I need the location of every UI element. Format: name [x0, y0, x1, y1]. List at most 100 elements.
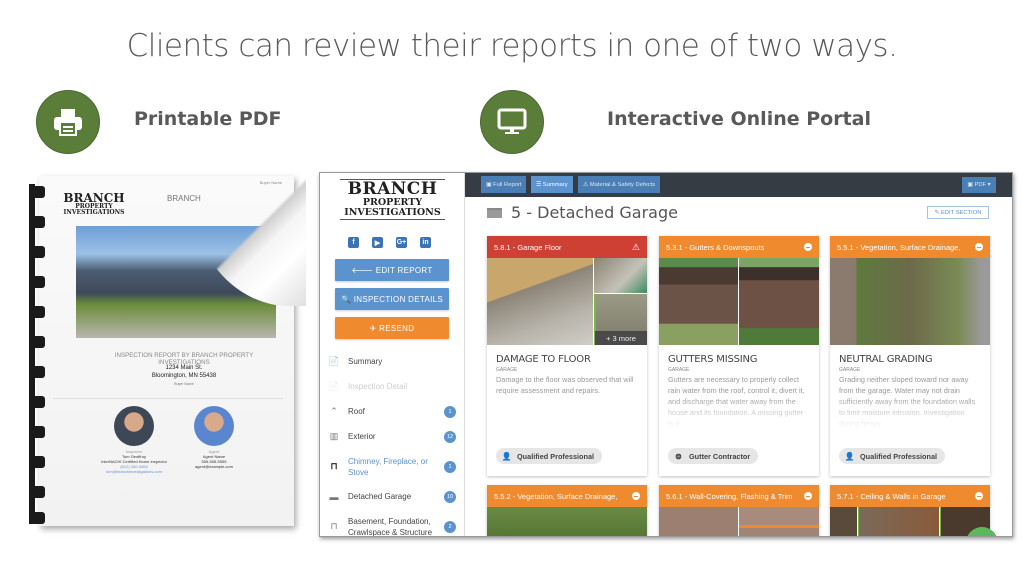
- sidebar: BRANCH PROPERTY INVESTIGATIONS f ▶ G+ in…: [320, 173, 465, 536]
- foundation-icon: ⊓: [330, 521, 338, 531]
- social-links: f ▶ G+ in: [348, 237, 431, 248]
- count-badge: 12: [444, 430, 456, 443]
- person-icon: 👤: [501, 451, 512, 461]
- photo[interactable]: [830, 258, 990, 345]
- contractor-label: Gutter Contractor: [689, 451, 751, 461]
- minus-circle-icon[interactable]: [975, 243, 983, 251]
- warning-icon: ⚠: [631, 241, 640, 252]
- agent-block: Agent Agent Name 555-555-5555 agent@exam…: [179, 406, 249, 469]
- printable-pdf-label: Printable PDF: [134, 108, 282, 130]
- nav-item-inspection-detail[interactable]: 📄 Inspection Detail: [320, 374, 465, 399]
- nav-item-chimney[interactable]: ⊓ Chimney, Fireplace, or Stove 1: [320, 449, 465, 484]
- defect-card[interactable]: 5.5.2 - Vegetation, Surface Drainage,: [487, 485, 647, 536]
- card-description: Gutters are necessary to properly collec…: [668, 375, 805, 428]
- youtube-icon[interactable]: ▶: [372, 237, 383, 248]
- portal-window: BRANCH PROPERTY INVESTIGATIONS f ▶ G+ in…: [319, 172, 1013, 537]
- inspection-details-button[interactable]: 🔍 INSPECTION DETAILS: [335, 288, 449, 310]
- section-nav: 📄 Summary 📄 Inspection Detail ⌃ Roof 1 ▥…: [320, 349, 465, 536]
- pdf-address: 1234 Main St. Bloomington, MN 55438: [89, 364, 279, 380]
- defect-card[interactable]: 5.8.1 - Garage Floor ⚠ + 3 more DAMAGE T…: [487, 236, 647, 476]
- photo[interactable]: [487, 507, 647, 536]
- card-header-text: 5.7.1 - Ceiling & Walls in Garage: [837, 491, 946, 501]
- nav-item-exterior[interactable]: ▥ Exterior 12: [320, 424, 465, 449]
- photo[interactable]: [594, 258, 647, 293]
- photo[interactable]: [739, 258, 819, 345]
- more-photos-button[interactable]: + 3 more: [595, 331, 647, 345]
- photo[interactable]: [659, 258, 738, 345]
- tab-full-report[interactable]: ▣ Full Report: [481, 176, 527, 193]
- photo[interactable]: [830, 507, 857, 536]
- nav-item-detached-garage[interactable]: ▬ Detached Garage 10: [320, 484, 465, 509]
- card-header-text: 5.6.1 - Wall-Covering, Flashing & Trim: [666, 491, 793, 501]
- minus-circle-icon[interactable]: [804, 243, 812, 251]
- minus-circle-icon[interactable]: [975, 492, 983, 500]
- photo[interactable]: [659, 507, 738, 536]
- card-category: GARAGE: [496, 367, 518, 373]
- defect-card[interactable]: 5.6.1 - Wall-Covering, Flashing & Trim: [659, 485, 819, 536]
- pdf-dropdown-button[interactable]: ▣ PDF ▾: [962, 177, 996, 193]
- agent-avatar: [194, 406, 234, 446]
- nav-item-roof[interactable]: ⌃ Roof 1: [320, 399, 465, 424]
- pdf-logo: BRANCH PROPERTY INVESTIGATIONS: [59, 192, 129, 216]
- contractor-badge[interactable]: 👤 Qualified Professional: [496, 448, 603, 464]
- defect-card[interactable]: 5.7.1 - Ceiling & Walls in Garage: [830, 485, 998, 536]
- monitor-icon: [480, 90, 544, 154]
- defect-card[interactable]: 5.3.1 - Gutters & Downspouts GUTTERS MIS…: [659, 236, 819, 476]
- defect-card[interactable]: 5.5.1 - Vegetation, Surface Drainage, NE…: [830, 236, 990, 476]
- card-header: 5.7.1 - Ceiling & Walls in Garage: [830, 485, 990, 507]
- printer-icon: [36, 90, 100, 154]
- photo[interactable]: [739, 507, 819, 536]
- card-header: 5.3.1 - Gutters & Downspouts: [659, 236, 819, 258]
- inspector-email[interactable]: tom@branchinvestigations.com: [99, 469, 169, 474]
- person-icon: 👤: [844, 451, 855, 461]
- nav-item-basement[interactable]: ⊓ Basement, Foundation, Crawlspace & Str…: [320, 509, 465, 536]
- agent-email[interactable]: agent@example.com: [179, 464, 249, 469]
- card-photos[interactable]: [659, 507, 819, 536]
- card-category: GARAGE: [839, 367, 861, 373]
- edit-section-button[interactable]: ✎ EDIT SECTION: [927, 206, 989, 219]
- card-category: GARAGE: [668, 367, 690, 373]
- card-header-text: 5.3.1 - Gutters & Downspouts: [666, 242, 765, 252]
- siding-icon: ▥: [329, 431, 339, 441]
- linkedin-icon[interactable]: in: [420, 237, 431, 248]
- section-title-text: 5 - Detached Garage: [511, 203, 678, 222]
- contractor-label: Qualified Professional: [860, 451, 938, 461]
- document-icon: 📄: [328, 356, 340, 366]
- card-header-text: 5.5.1 - Vegetation, Surface Drainage,: [837, 242, 961, 252]
- minus-circle-icon[interactable]: [632, 492, 640, 500]
- resend-button[interactable]: ✈ RESEND: [335, 317, 449, 339]
- photo[interactable]: [857, 507, 940, 536]
- google-plus-icon[interactable]: G+: [396, 237, 407, 248]
- tab-material-safety-defects[interactable]: ⚠ Material & Safety Defects: [578, 176, 661, 193]
- inspector-avatar: [114, 406, 154, 446]
- contractor-badge[interactable]: 👤 Qualified Professional: [839, 448, 946, 464]
- pdf-page: BRANCH PROPERTY INVESTIGATIONS BRANCH Bu…: [39, 176, 306, 526]
- card-header: 5.6.1 - Wall-Covering, Flashing & Trim: [659, 485, 819, 507]
- pdf-logo-line3: INVESTIGATIONS: [63, 209, 125, 216]
- section-title: 5 - Detached Garage: [487, 203, 678, 222]
- count-badge: 2: [444, 520, 456, 533]
- count-badge: 10: [444, 490, 456, 503]
- minus-circle-icon[interactable]: [804, 492, 812, 500]
- edit-report-button[interactable]: 🡐 EDIT REPORT: [335, 259, 449, 281]
- address-line1: 1234 Main St.: [165, 365, 203, 371]
- portal-logo[interactable]: BRANCH PROPERTY INVESTIGATIONS: [340, 179, 445, 220]
- contractor-badge[interactable]: ⊜ Gutter Contractor: [668, 448, 759, 464]
- garage-icon: [487, 207, 502, 218]
- card-title: GUTTERS MISSING: [668, 354, 758, 365]
- photo[interactable]: [487, 258, 593, 345]
- interactive-portal-label: Interactive Online Portal: [607, 108, 871, 130]
- spiral-binding: [27, 184, 45, 524]
- tab-summary[interactable]: ☰ Summary: [531, 176, 573, 193]
- card-photos[interactable]: + 3 more: [487, 258, 647, 345]
- logo-line3: INVESTIGATIONS: [340, 207, 445, 220]
- count-badge: 1: [444, 405, 456, 418]
- nav-label: Inspection Detail: [348, 382, 408, 391]
- card-photos[interactable]: [659, 258, 819, 345]
- card-description: Damage to the floor was observed that wi…: [496, 375, 634, 395]
- card-photos[interactable]: [830, 507, 990, 536]
- nav-item-summary[interactable]: 📄 Summary: [320, 349, 465, 374]
- divider: [53, 398, 283, 399]
- facebook-icon[interactable]: f: [348, 237, 359, 248]
- card-photos[interactable]: [830, 258, 990, 345]
